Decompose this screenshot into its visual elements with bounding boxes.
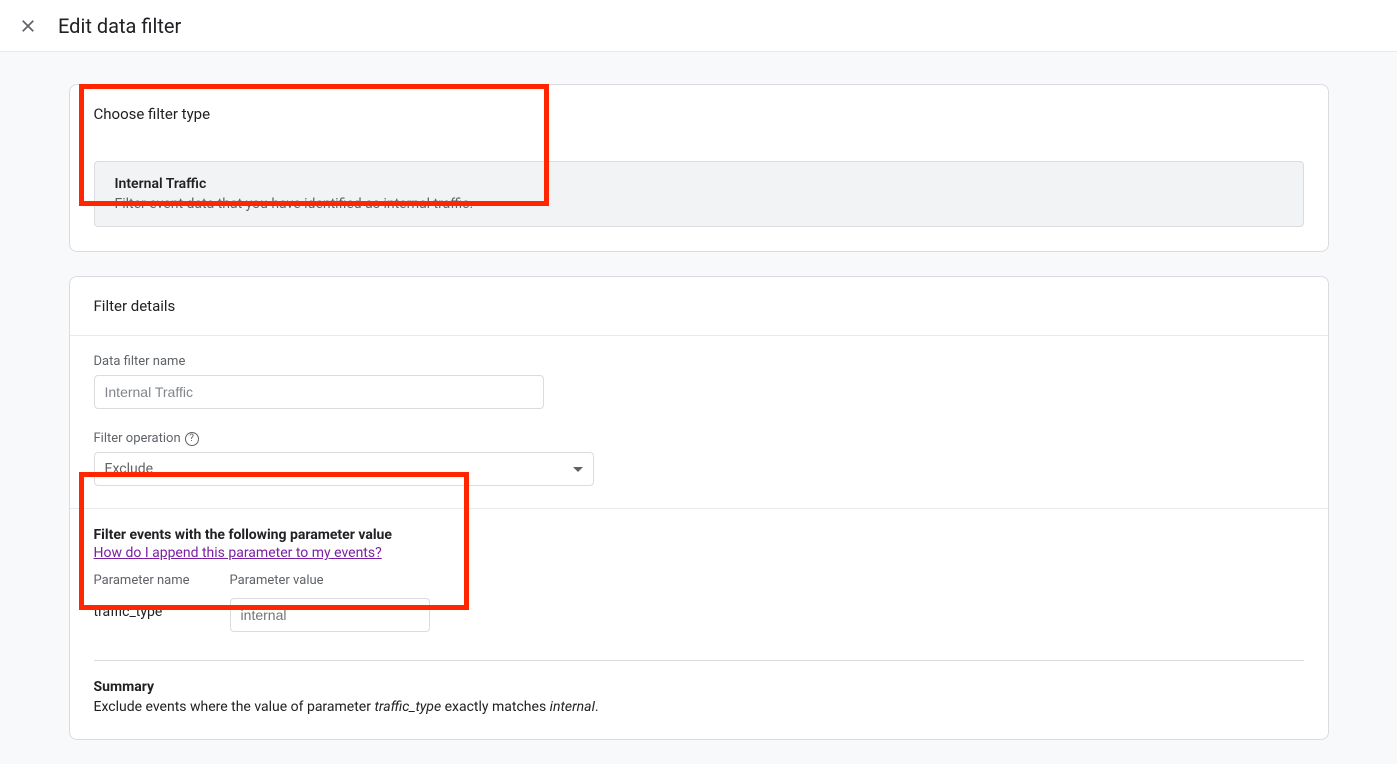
filter-details-card: Filter details Data filter name Filter o…: [69, 276, 1329, 740]
dialog-header: Edit data filter: [0, 0, 1397, 52]
divider: [70, 508, 1328, 509]
filter-operation-value: Exclude: [105, 461, 154, 477]
filter-operation-label: Filter operation ?: [94, 431, 1304, 446]
filter-name-input[interactable]: [94, 375, 544, 409]
help-link-append-parameter[interactable]: How do I append this parameter to my eve…: [94, 545, 382, 561]
divider: [94, 660, 1304, 661]
close-button[interactable]: [16, 14, 40, 38]
chevron-down-icon: [573, 467, 583, 472]
filter-type-option-internal-traffic[interactable]: Internal Traffic Filter event data that …: [94, 161, 1304, 227]
help-icon[interactable]: ?: [185, 432, 199, 446]
parameter-name-value: traffic_type: [94, 598, 190, 620]
parameter-name-column: Parameter name traffic_type: [94, 573, 190, 620]
filter-operation-field: Filter operation ? Exclude: [94, 431, 1304, 486]
summary-section: Summary Exclude events where the value o…: [94, 679, 1304, 715]
parameter-value-label: Parameter value: [230, 573, 430, 588]
parameter-value-input[interactable]: [230, 598, 430, 632]
dialog-title: Edit data filter: [58, 14, 181, 38]
choose-filter-type-card: Choose filter type Internal Traffic Filt…: [69, 84, 1329, 252]
parameter-value-column: Parameter value: [230, 573, 430, 632]
summary-title: Summary: [94, 679, 1304, 695]
filter-type-option-title: Internal Traffic: [115, 176, 1283, 192]
close-icon: [19, 17, 37, 35]
filter-operation-select[interactable]: Exclude: [94, 452, 594, 486]
choose-filter-type-title: Choose filter type: [94, 105, 1304, 123]
filter-name-label: Data filter name: [94, 354, 1304, 369]
filter-name-field: Data filter name: [94, 354, 1304, 409]
filter-type-option-description: Filter event data that you have identifi…: [115, 196, 1283, 212]
filter-events-section-title: Filter events with the following paramet…: [94, 527, 1304, 543]
parameter-table: Parameter name traffic_type Parameter va…: [94, 573, 1304, 632]
filter-details-title: Filter details: [70, 277, 1328, 336]
parameter-name-label: Parameter name: [94, 573, 190, 588]
